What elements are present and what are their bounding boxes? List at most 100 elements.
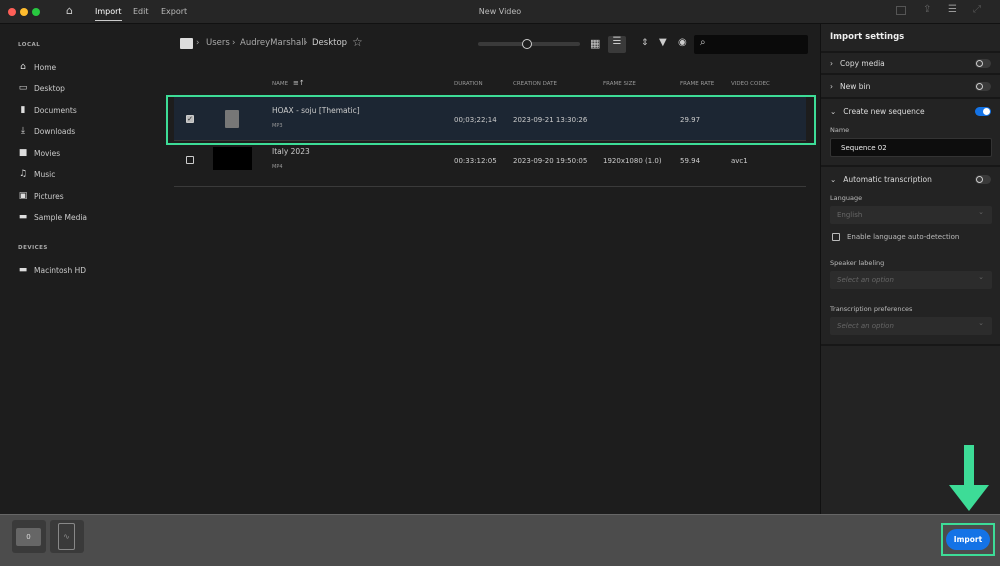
name-label: Name (830, 126, 850, 134)
create-sequence-section[interactable]: ⌄ Create new sequence (821, 99, 1000, 123)
video-camera-icon: ■ (18, 148, 28, 158)
search-icon: ⌕ (700, 37, 706, 48)
copy-media-toggle[interactable] (975, 58, 991, 68)
transcription-toggle[interactable] (975, 174, 991, 184)
workspaces-icon[interactable]: ☰ (948, 4, 957, 15)
sidebar-item-desktop[interactable]: ▭ Desktop (18, 81, 65, 95)
transcription-section[interactable]: ⌄ Automatic transcription (821, 167, 1000, 191)
speaker-labeling-label: Speaker labeling (830, 259, 885, 267)
sidebar-item-label: Macintosh HD (34, 265, 87, 275)
import-button[interactable]: Import (946, 529, 990, 550)
search-input[interactable]: ⌕ (694, 35, 808, 54)
creation-date: 2023-09-20 19:50:05 (513, 157, 588, 165)
section-devices: DEVICES (18, 245, 48, 251)
sidebar-item-label: Movies (34, 148, 61, 158)
sidebar-item-home[interactable]: ⌂ Home (18, 60, 56, 74)
column-header-frame-rate[interactable]: FRAME RATE (680, 81, 714, 87)
duration: 00:33:12:05 (454, 157, 497, 165)
create-sequence-toggle[interactable] (975, 106, 991, 116)
chevron-right-icon: › (830, 81, 833, 91)
column-header-duration[interactable]: DURATION (454, 81, 483, 87)
copy-media-section[interactable]: › Copy media (821, 51, 1000, 75)
video-codec: avc1 (731, 157, 748, 165)
sidebar-item-music[interactable]: ♫ Music (18, 167, 55, 181)
new-bin-section[interactable]: › New bin (821, 75, 1000, 99)
section-label: Copy media (840, 58, 885, 68)
sequence-name-input[interactable]: Sequence 02 (830, 138, 992, 157)
sort-icon[interactable]: ⇕ (641, 38, 649, 48)
sidebar-item-sample-media[interactable]: ▬ Sample Media (18, 210, 87, 224)
folder-icon: ▬ (18, 265, 28, 275)
sort-ascending-icon[interactable]: ≡↑ (293, 79, 305, 87)
section-local: LOCAL (18, 42, 41, 48)
column-header-video-codec[interactable]: VIDEO CODEC (731, 81, 770, 87)
row-checkbox[interactable] (186, 156, 194, 164)
sidebar-item-label: Downloads (34, 126, 76, 136)
transcription-prefs-label: Transcription preferences (830, 305, 913, 313)
section-label: Create new sequence (843, 106, 925, 116)
sidebar-item-movies[interactable]: ■ Movies (18, 146, 60, 160)
music-note-icon: ♫ (18, 169, 28, 179)
green-arrow-annotation (949, 445, 989, 511)
sidebar-item-macintosh-hd[interactable]: ▬ Macintosh HD (18, 263, 86, 277)
slider-handle[interactable] (522, 39, 532, 49)
sidebar-item-documents[interactable]: ▮ Documents (18, 103, 77, 117)
audio-file-icon: ∿ (58, 523, 75, 550)
folder-dropdown-icon[interactable] (180, 38, 193, 49)
favorite-star-icon[interactable]: ☆ (352, 35, 363, 49)
chevron-right-icon: › (830, 58, 833, 68)
highlight-box (166, 95, 816, 145)
transcription-prefs-select[interactable]: Select an option (830, 317, 992, 335)
view-options-eye-icon[interactable]: ◉ (678, 37, 687, 48)
section-label: New bin (840, 81, 871, 91)
window-title: New Video (478, 7, 522, 16)
sidebar-item-label: Documents (34, 105, 77, 115)
sidebar-item-label: Desktop (34, 83, 65, 93)
file-type: MP4 (272, 164, 283, 170)
breadcrumb-users[interactable]: Users (206, 38, 230, 48)
folder-icon: ▬ (18, 212, 28, 222)
folder-icon: 0 (16, 528, 41, 546)
frame-size: 1920x1080 (1.0) (603, 157, 662, 165)
new-bin-toggle[interactable] (975, 81, 991, 91)
list-view-icon[interactable]: ☰ (608, 36, 626, 53)
import-settings-panel: Import settings › Copy media › New bin ⌄ Cr… (820, 24, 1000, 514)
sidebar-item-label: Pictures (34, 191, 64, 201)
sidebar-item-downloads[interactable]: ⤓ Downloads (18, 124, 75, 138)
speaker-labeling-select[interactable]: Select an option (830, 271, 992, 289)
section-label: Automatic transcription (843, 174, 932, 184)
auto-detect-label: Enable language auto-detection (847, 233, 960, 241)
grid-view-icon[interactable]: ▦ (590, 37, 600, 50)
sidebar-item-label: Sample Media (34, 212, 88, 222)
sidebar-item-label: Music (34, 169, 56, 179)
thumbnail-size-slider[interactable] (478, 39, 580, 49)
chevron-down-icon: ⌄ (830, 174, 837, 184)
breadcrumb-audreymarshall[interactable]: AudreyMarshall (240, 38, 306, 48)
quick-export-icon[interactable] (896, 6, 906, 15)
auto-detect-checkbox[interactable] (832, 233, 840, 241)
image-icon: ▣ (18, 191, 28, 201)
bin-folder-tray[interactable]: 0 (12, 520, 46, 553)
file-browser: › Users › AudreyMarshall › Desktop ☆ ▦ ☰… (160, 24, 820, 514)
monitor-icon: ▭ (18, 83, 28, 93)
file-name: Italy 2023 (272, 147, 310, 156)
video-thumbnail (213, 147, 252, 170)
language-select[interactable]: English (830, 206, 992, 224)
fullscreen-icon[interactable]: ⤢ (973, 4, 981, 15)
table-row[interactable]: Italy 2023 MP4 00:33:12:05 2023-09-20 19… (174, 142, 806, 187)
download-icon: ⤓ (21, 126, 25, 136)
selected-media-tray[interactable]: ∿ (50, 520, 84, 553)
sidebar-item-pictures[interactable]: ▣ Pictures (18, 189, 64, 203)
column-header-frame-size[interactable]: FRAME SIZE (603, 81, 636, 87)
column-header-name[interactable]: NAME (272, 81, 288, 87)
home-icon: ⌂ (20, 62, 26, 72)
panel-title: Import settings (830, 32, 905, 42)
chevron-down-icon: ⌄ (830, 106, 837, 116)
breadcrumb-desktop[interactable]: Desktop (312, 38, 347, 48)
document-icon: ▮ (20, 105, 26, 115)
language-label: Language (830, 194, 863, 202)
title-bar: ⌂ Import Edit Export New Video ⇪ ☰ ⤢ (0, 0, 1000, 24)
filter-icon[interactable]: ▼ (659, 37, 667, 48)
share-icon[interactable]: ⇪ (923, 4, 931, 15)
column-header-creation-date[interactable]: CREATION DATE (513, 81, 557, 87)
